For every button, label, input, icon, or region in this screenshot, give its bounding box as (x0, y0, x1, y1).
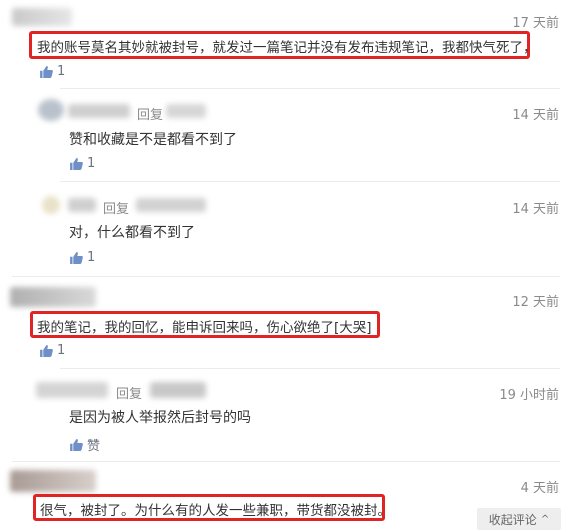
avatar[interactable] (12, 8, 72, 26)
comment-time: 17 天前 (512, 16, 559, 31)
reply-time: 14 天前 (512, 202, 559, 217)
comment-text: 很气，被封了。为什么有的人发一些兼职，带货都没被封。 (40, 503, 391, 519)
thumbs-up-icon (70, 157, 83, 170)
username[interactable] (150, 382, 206, 398)
like-count: 1 (57, 64, 66, 79)
reply-text: 赞和收藏是不是都看不到了 (69, 132, 237, 148)
like-button[interactable]: 赞 (70, 435, 100, 454)
divider (60, 181, 560, 182)
divider (12, 461, 560, 462)
thumbs-up-icon (70, 438, 83, 451)
reply-label: 回复 (116, 387, 143, 402)
like-button[interactable]: 1 (40, 64, 65, 79)
like-label: 赞 (87, 439, 101, 454)
reply-text: 是因为被人举报然后封号的吗 (69, 410, 251, 426)
reply-text: 对，什么都看不到了 (69, 225, 195, 241)
reply-time: 14 天前 (512, 108, 559, 123)
reply-label: 回复 (103, 202, 130, 217)
divider (60, 88, 560, 89)
like-button[interactable]: 1 (40, 343, 65, 358)
username[interactable] (68, 104, 130, 118)
collapse-comments-button[interactable]: 收起评论 ^ (477, 508, 561, 530)
avatar[interactable] (42, 196, 60, 214)
like-button[interactable]: 1 (70, 250, 95, 265)
thumbs-up-icon (40, 65, 53, 78)
divider (12, 276, 560, 277)
avatar[interactable] (10, 470, 96, 492)
username[interactable] (166, 104, 206, 118)
username[interactable] (136, 198, 206, 212)
avatar[interactable] (38, 99, 64, 121)
like-count: 1 (87, 156, 96, 171)
comment-thread: 17 天前 我的账号莫名其妙就被封号，就发过一篇笔记并没有发布违规笔记，我都快气… (0, 0, 571, 530)
comment-text: 我的账号莫名其妙就被封号，就发过一篇笔记并没有发布违规笔记，我都快气死了， (37, 40, 537, 56)
like-button[interactable]: 1 (70, 156, 95, 171)
reply-time: 19 小时前 (499, 388, 559, 403)
comment-text: 我的笔记，我的回忆，能申诉回来吗，伤心欲绝了[大哭] (37, 320, 372, 336)
comment-time: 12 天前 (512, 295, 559, 310)
comment-time: 4 天前 (520, 481, 559, 496)
like-count: 1 (57, 343, 66, 358)
reply-label: 回复 (137, 108, 164, 123)
thumbs-up-icon (70, 251, 83, 264)
username[interactable] (36, 382, 108, 398)
divider (60, 368, 560, 369)
avatar[interactable] (10, 287, 96, 307)
thumbs-up-icon (40, 344, 53, 357)
collapse-label: 收起评论 (488, 512, 537, 527)
chevron-up-icon: ^ (540, 513, 550, 525)
username[interactable] (68, 198, 96, 212)
like-count: 1 (87, 250, 96, 265)
